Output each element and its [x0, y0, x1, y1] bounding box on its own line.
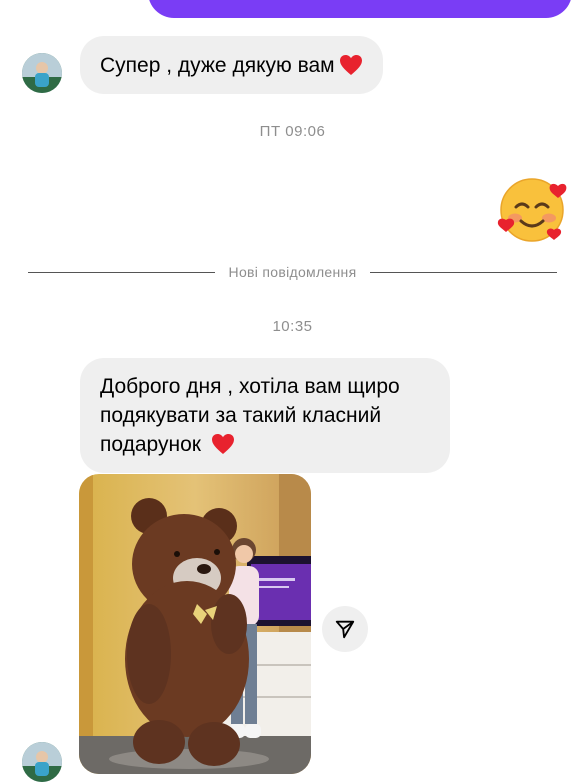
avatar-image [22, 742, 62, 782]
contact-avatar[interactable] [22, 742, 62, 782]
teddy-bear-photo [79, 474, 311, 774]
divider-line-right [370, 271, 557, 273]
divider-line-left [28, 271, 215, 273]
new-messages-divider: Нові повідомлення [28, 262, 557, 282]
smiling-face-with-hearts-icon[interactable] [496, 174, 570, 246]
share-button[interactable] [322, 606, 368, 652]
sent-message-bubble[interactable] [148, 0, 572, 18]
timestamp: ПТ 09:06 [259, 123, 326, 140]
received-message-bubble[interactable]: Супер , дуже дякую вам [80, 36, 383, 94]
red-heart-icon [339, 55, 362, 75]
message-text: Доброго дня , хотіла вам щиро подякувати… [100, 375, 400, 456]
photo-message[interactable] [79, 474, 311, 774]
contact-avatar[interactable] [22, 53, 62, 93]
received-message-bubble[interactable]: Доброго дня , хотіла вам щиро подякувати… [80, 358, 450, 473]
paper-plane-icon [335, 620, 355, 639]
avatar-image [22, 53, 62, 93]
message-text: Супер , дуже дякую вам [100, 53, 335, 77]
timestamp: 10:35 [272, 318, 313, 335]
red-heart-icon [211, 434, 234, 454]
sent-message-partial-text [168, 1, 552, 15]
new-messages-label: Нові повідомлення [228, 264, 357, 280]
